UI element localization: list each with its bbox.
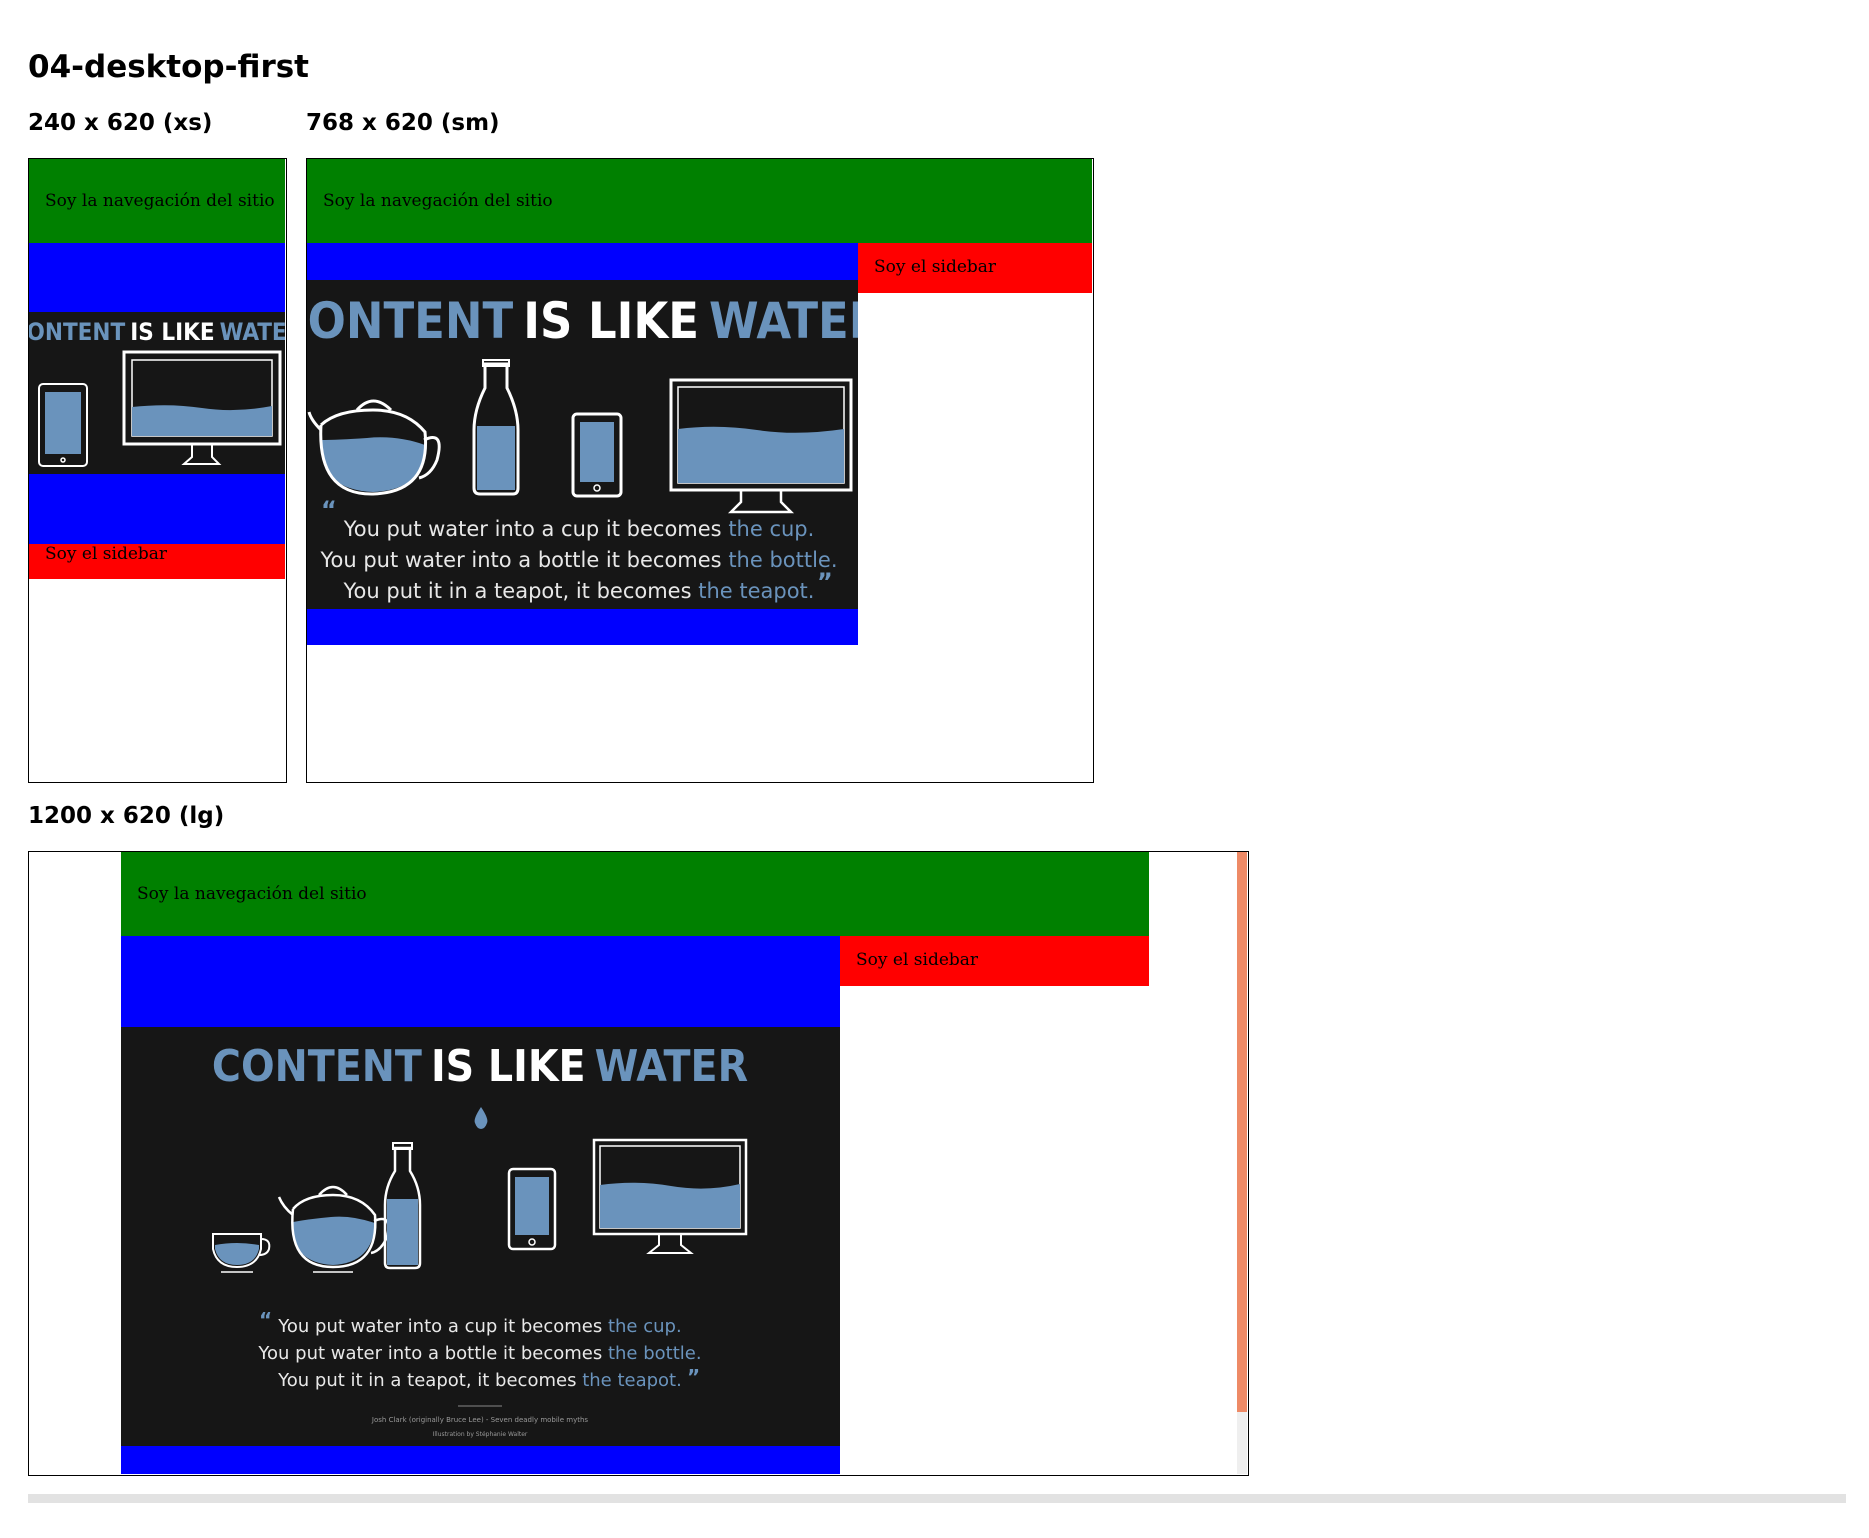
frame-label-xs: 240 x 620 (xs)	[28, 110, 213, 136]
sidebar-text: Soy el sidebar	[45, 544, 168, 564]
svg-text:Josh Clark (originally Bruce L: Josh Clark (originally Bruce Lee) - Seve…	[371, 1416, 589, 1424]
svg-text:You put water into a cup it be: You put water into a cup it becomes the …	[343, 517, 815, 541]
nav-text: Soy la navegación del sitio	[137, 884, 367, 904]
main-content: CONTENTIS LIKEWATER	[307, 243, 858, 645]
frame-xs[interactable]: Soy la navegación del sitio CONTENTIS LI…	[28, 158, 287, 783]
svg-text:You put it in a teapot, it bec: You put it in a teapot, it becomes the t…	[277, 1370, 682, 1391]
main-content: CONTENTIS LIKEWATER	[121, 936, 840, 1474]
svg-text:You put water into a cup it be: You put water into a cup it becomes the …	[277, 1316, 681, 1337]
svg-text:You put it in a teapot, it bec: You put it in a teapot, it becomes the t…	[343, 579, 815, 603]
svg-text:“: “	[259, 1308, 272, 1332]
svg-text:CONTENTIS LIKEWATER: CONTENTIS LIKEWATER	[212, 1041, 748, 1092]
svg-text:CONTENTIS LIKEWATER: CONTENTIS LIKEWATER	[29, 318, 285, 346]
sidebar-text: Soy el sidebar	[874, 257, 997, 277]
sidebar: Soy el sidebar	[29, 544, 285, 579]
site-nav: Soy la navegación del sitio	[121, 852, 1149, 936]
page-title: 04-desktop-first	[28, 49, 309, 85]
nav-text: Soy la navegación del sitio	[323, 191, 553, 211]
svg-text:You put water into a bottle it: You put water into a bottle it becomes t…	[257, 1343, 701, 1364]
nav-text: Soy la navegación del sitio	[45, 191, 275, 211]
sidebar: Soy el sidebar	[858, 243, 1092, 293]
svg-text:”: ”	[687, 1365, 700, 1389]
content-like-water-image: CONTENTIS LIKEWATER	[29, 312, 285, 474]
page-horizontal-scrollbar[interactable]	[28, 1494, 1846, 1503]
vertical-scrollbar[interactable]	[1237, 852, 1247, 1474]
frame-label-sm: 768 x 620 (sm)	[306, 110, 500, 136]
sidebar: Soy el sidebar	[840, 936, 1149, 986]
frame-sm[interactable]: Soy la navegación del sitio CONTENTIS LI…	[306, 158, 1094, 783]
sidebar-text: Soy el sidebar	[856, 950, 979, 970]
svg-text:You put water into a bottle it: You put water into a bottle it becomes t…	[319, 548, 837, 572]
svg-text:“: “	[321, 496, 337, 524]
main-content: CONTENTIS LIKEWATER	[29, 243, 285, 544]
frame-lg[interactable]: Soy la navegación del sitio CONTENT IS LI…	[28, 851, 1249, 1476]
content-like-water-image: CONTENTIS LIKEWATER	[307, 280, 858, 609]
content-like-water-image: CONTENTIS LIKEWATER	[121, 1027, 840, 1446]
site-nav: Soy la navegación del sitio	[29, 159, 285, 243]
frame-label-lg: 1200 x 620 (lg)	[28, 803, 225, 829]
scrollbar-thumb[interactable]	[1237, 852, 1247, 1412]
site-nav: Soy la navegación del sitio	[307, 159, 1092, 243]
svg-text:”: ”	[817, 568, 833, 596]
svg-text:CONTENTIS LIKEWATER: CONTENTIS LIKEWATER	[307, 292, 858, 350]
svg-text:Illustration by Stéphanie Walt: Illustration by Stéphanie Walter	[433, 1431, 528, 1438]
